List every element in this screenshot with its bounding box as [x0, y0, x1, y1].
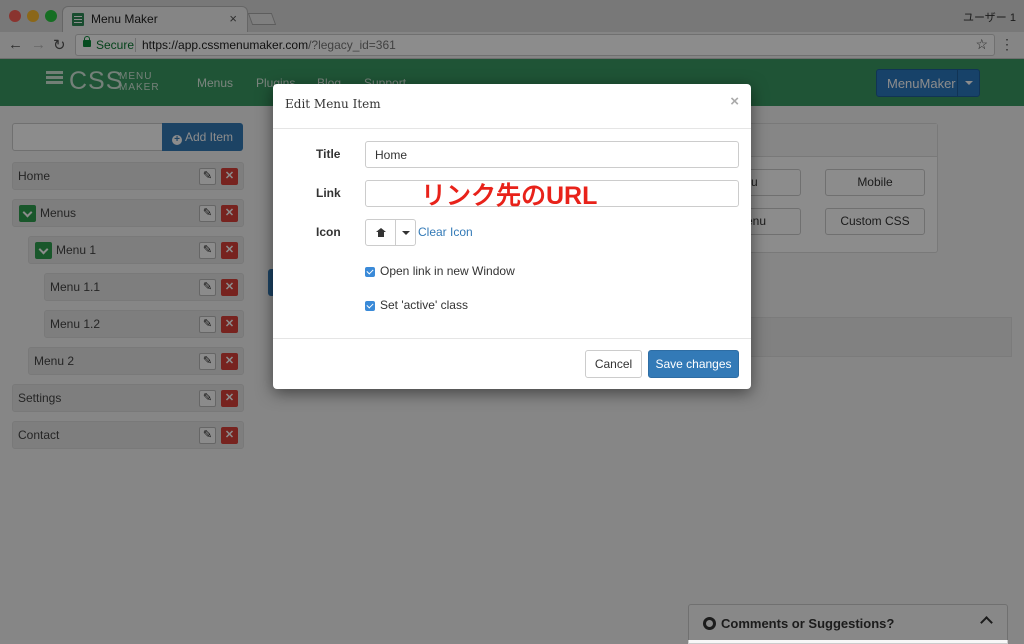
save-changes-button[interactable]: Save changes [648, 350, 739, 378]
title-input[interactable]: Home [365, 141, 739, 168]
active-class-label[interactable]: Set 'active' class [380, 298, 468, 312]
active-class-checkbox[interactable] [365, 301, 375, 311]
cancel-button[interactable]: Cancel [585, 350, 642, 378]
clear-icon-link[interactable]: Clear Icon [418, 225, 473, 239]
close-icon[interactable]: × [730, 93, 739, 110]
icon-field-label: Icon [316, 225, 341, 239]
link-field-label: Link [316, 186, 341, 200]
home-icon [376, 228, 386, 237]
edit-menu-item-dialog: Edit Menu Item × Title Home Link リンク先のUR… [273, 84, 751, 389]
open-new-window-checkbox[interactable] [365, 267, 375, 277]
modal-title: Edit Menu Item [285, 97, 381, 111]
icon-picker-button[interactable] [365, 219, 416, 246]
open-new-window-label[interactable]: Open link in new Window [380, 264, 515, 278]
title-field-label: Title [316, 147, 341, 161]
divider [273, 338, 751, 339]
annotation-overlay: リンク先のURL [421, 182, 598, 210]
divider [273, 128, 751, 129]
chevron-down-icon[interactable] [395, 220, 415, 245]
